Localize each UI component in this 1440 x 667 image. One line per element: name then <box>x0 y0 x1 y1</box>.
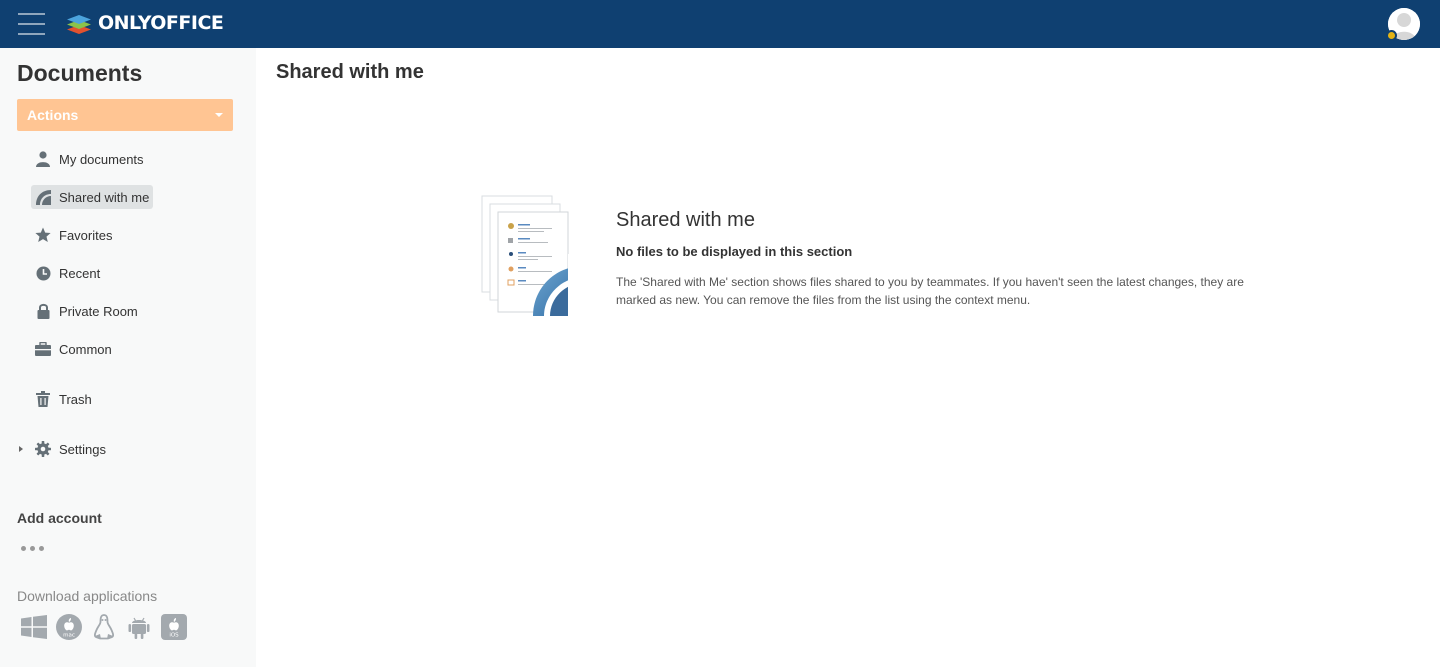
empty-state-subtitle: No files to be displayed in this section <box>616 244 853 259</box>
download-apps-heading: Download applications <box>17 588 158 604</box>
sidebar-item-label: Settings <box>59 441 106 457</box>
gear-icon <box>35 441 51 457</box>
chevron-down-icon <box>215 113 223 117</box>
empty-state-description: The 'Shared with Me' section shows files… <box>616 275 1244 307</box>
sidebar-item-label: Recent <box>59 265 101 281</box>
more-icon[interactable] <box>21 546 44 551</box>
sidebar-item-label: My documents <box>59 151 144 167</box>
ios-icon[interactable]: iOS <box>161 614 187 640</box>
sidebar-item-recent[interactable]: Recent <box>31 261 104 285</box>
sidebar: Documents Actions My documents Shared wi… <box>0 48 256 667</box>
trash-icon <box>35 391 51 407</box>
star-icon <box>35 227 51 243</box>
ios-label: iOS <box>169 633 179 639</box>
actions-label: Actions <box>27 107 79 123</box>
shared-icon <box>35 189 51 205</box>
sidebar-item-label: Common <box>59 341 112 357</box>
sidebar-item-label: Shared with me <box>59 189 150 205</box>
sidebar-item-favorites[interactable]: Favorites <box>31 223 116 247</box>
onlyoffice-logo-icon <box>67 15 91 34</box>
add-account-heading: Add account <box>17 510 102 526</box>
sidebar-item-label: Favorites <box>59 227 113 243</box>
sidebar-item-label: Trash <box>59 391 92 407</box>
sidebar-title: Documents <box>17 60 143 86</box>
android-icon[interactable] <box>126 614 152 640</box>
sidebar-item-common[interactable]: Common <box>31 337 116 361</box>
mac-icon[interactable]: mac <box>56 614 82 640</box>
sidebar-item-label: Private Room <box>59 303 138 319</box>
sidebar-item-private-room[interactable]: Private Room <box>31 299 142 323</box>
sidebar-item-trash[interactable]: Trash <box>31 387 96 411</box>
app-download-list: mac iOS <box>21 614 187 640</box>
clock-icon <box>35 265 51 281</box>
top-header: ONLYOFFICE <box>0 0 1440 48</box>
lock-icon <box>35 303 51 319</box>
windows-icon[interactable] <box>21 614 47 640</box>
expand-caret-icon[interactable] <box>19 446 23 452</box>
linux-icon[interactable] <box>91 614 117 640</box>
onlyoffice-logo[interactable]: ONLYOFFICE <box>66 10 224 36</box>
sidebar-item-shared-with-me[interactable]: Shared with me <box>31 185 154 209</box>
menu-icon[interactable] <box>18 12 45 36</box>
notification-badge <box>1386 30 1397 41</box>
person-icon <box>35 151 51 167</box>
briefcase-icon <box>35 341 51 357</box>
page-title: Shared with me <box>276 61 424 83</box>
brand-name: ONLYOFFICE <box>98 12 224 34</box>
empty-state-title: Shared with me <box>616 209 755 231</box>
sidebar-item-settings[interactable]: Settings <box>31 437 110 461</box>
sidebar-item-my-documents[interactable]: My documents <box>31 147 148 171</box>
mac-label: mac <box>63 633 75 639</box>
empty-folder-illustration <box>478 194 602 318</box>
actions-button[interactable]: Actions <box>17 99 233 131</box>
